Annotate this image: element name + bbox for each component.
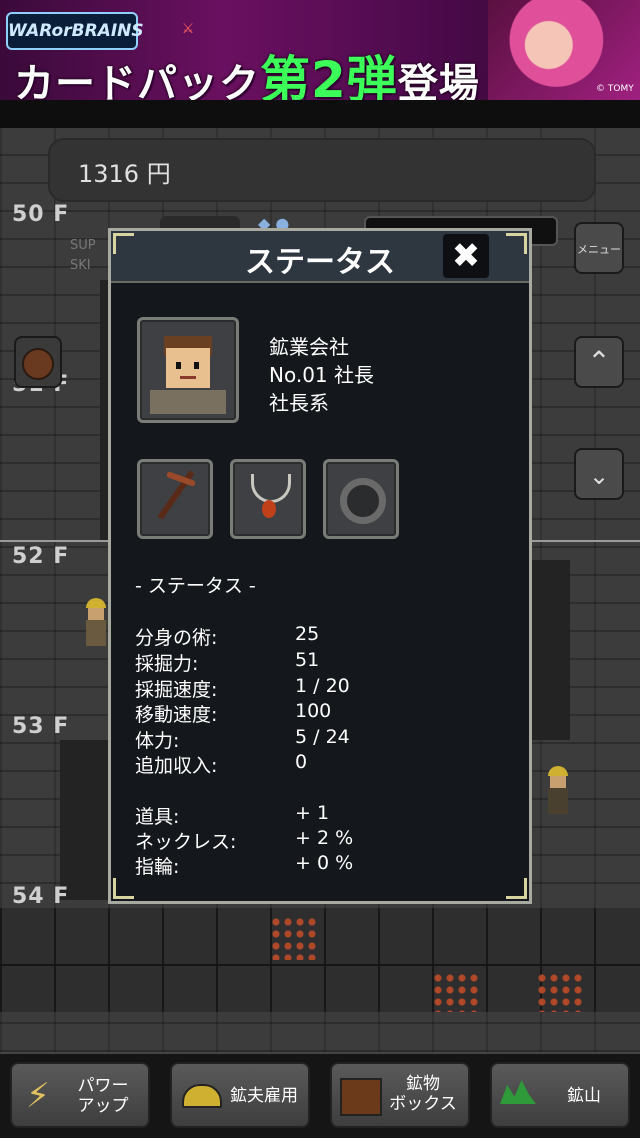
corner-ornament [506, 878, 527, 899]
bonus-row: ネックレス: + 2 % [135, 827, 354, 853]
rank-label: No.01 社長 [269, 363, 375, 387]
scroll-up-button[interactable]: ⌃ [574, 336, 624, 388]
chevron-down-icon: ⌄ [588, 462, 610, 490]
skill-label: SUP SKI [70, 238, 96, 273]
stat-row: 体力: 5 / 24 [135, 726, 350, 752]
bonus-row: 指輪: + 0 % [135, 852, 354, 878]
floor-label: 50 F [12, 202, 70, 227]
ring-slot[interactable] [323, 459, 399, 539]
shaft [530, 560, 570, 740]
money-amount: 1316 円 [78, 160, 171, 188]
hire-miner-label: 鉱夫雇用 [230, 1086, 298, 1106]
ore-block[interactable] [432, 972, 480, 1012]
ore-box-button[interactable]: 鉱物 ボックス [330, 1062, 470, 1128]
menu-button[interactable]: メニュー [574, 222, 624, 274]
mountain-icon [500, 1080, 536, 1104]
stat-row: 採掘速度: 1 / 20 [135, 675, 350, 701]
class-label: 社長系 [269, 391, 329, 415]
ore-box-label: 鉱物 ボックス [389, 1074, 457, 1114]
power-up-button[interactable]: ⚡ パワー アップ [10, 1062, 150, 1128]
necklace-slot[interactable] [230, 459, 306, 539]
corner-ornament [113, 878, 134, 899]
miner-sprite[interactable] [82, 598, 110, 658]
necklace-icon [251, 474, 291, 503]
bottom-nav: ⚡ パワー アップ 鉱夫雇用 鉱物 ボックス 鉱山 [0, 1052, 640, 1138]
scroll-down-button[interactable]: ⌄ [574, 448, 624, 500]
portrait-frame [137, 317, 239, 423]
stat-row: 移動速度: 100 [135, 700, 332, 726]
top-shade [0, 100, 640, 128]
ad-copyright: © TOMY [596, 84, 634, 94]
stat-row: 分身の術: 25 [135, 623, 320, 649]
tool-slot[interactable] [137, 459, 213, 539]
bonus-row: 道具: + 1 [135, 802, 330, 828]
ad-headline: カードパック第2弾登場 [14, 51, 480, 100]
corner-ornament [506, 233, 527, 254]
corner-ornament [113, 233, 134, 254]
block-line [0, 964, 640, 966]
bag-button[interactable] [14, 336, 62, 388]
mine-label: 鉱山 [567, 1086, 601, 1106]
floor-label: 52 F [12, 544, 70, 569]
floor-label: 53 F [12, 714, 70, 739]
lightning-icon: ⚡ [26, 1076, 50, 1116]
chevron-up-icon: ⌃ [587, 345, 611, 378]
shaft [60, 740, 108, 900]
miner-sprite[interactable] [544, 766, 572, 822]
stat-row: 採掘力: 51 [135, 649, 320, 675]
dialog-header: ステータス ✖ [111, 231, 529, 283]
ring-icon [340, 478, 386, 524]
ad-banner[interactable]: WARorBRAINS ⚔ カードパック第2弾登場 © TOMY [0, 0, 640, 100]
helmet-icon [182, 1084, 222, 1108]
stats-section-header: - ステータス - [135, 575, 256, 597]
chest-icon [340, 1078, 382, 1116]
hire-miner-button[interactable]: 鉱夫雇用 [170, 1062, 310, 1128]
power-up-label: パワー アップ [77, 1076, 129, 1116]
company-name: 鉱業会社 [269, 335, 349, 359]
close-button[interactable]: ✖ [443, 234, 489, 278]
bag-icon [22, 348, 54, 380]
avatar [166, 348, 210, 388]
mine-button[interactable]: 鉱山 [490, 1062, 630, 1128]
floor-label: 54 F [12, 884, 70, 909]
close-icon: ✖ [451, 236, 481, 276]
money-display: 1316 円 [48, 138, 596, 202]
ore-block[interactable] [536, 972, 584, 1012]
status-dialog: ステータス ✖ 鉱業会社 No.01 社長 社長系 - ステータス - 分身の術… [108, 228, 532, 904]
ore-block[interactable] [270, 916, 318, 960]
stat-row: 追加収入: 0 [135, 751, 308, 777]
